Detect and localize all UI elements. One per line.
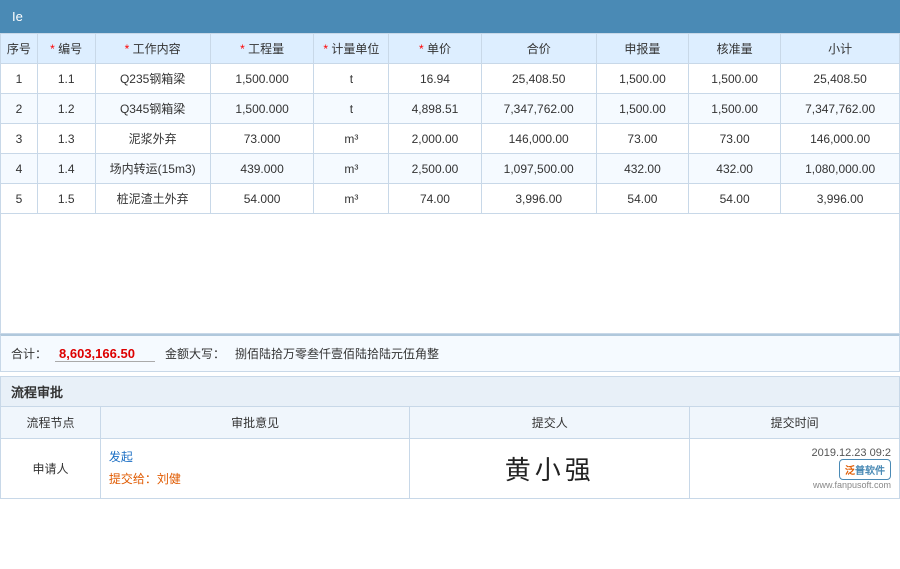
cell-price: 16.94 — [389, 64, 481, 94]
header-content: * 工作内容 — [95, 34, 210, 64]
process-cell-node: 申请人 — [1, 439, 101, 499]
table-header-row: 序号 * 编号 * 工作内容 * 工程量 * 计量单位 * 单价 合价 申报量 … — [1, 34, 900, 64]
logo-text: 泛普软件 — [839, 459, 891, 480]
cell-unit: m³ — [314, 124, 389, 154]
cell-seq: 1 — [1, 64, 38, 94]
top-bar: Ie — [0, 0, 900, 33]
cell-unit: t — [314, 64, 389, 94]
cell-seq: 2 — [1, 94, 38, 124]
cell-seq: 5 — [1, 184, 38, 214]
table-row: 21.2Q345钢箱梁1,500.000t4,898.517,347,762.0… — [1, 94, 900, 124]
cell-subtotal: 25,408.50 — [781, 64, 900, 94]
summary-section: 合计： 8,603,166.50 金额大写： 捌佰陆拾万零叁仟壹佰陆拾陆元伍角整 — [0, 334, 900, 372]
cell-qty: 1,500.000 — [210, 64, 314, 94]
data-table: 序号 * 编号 * 工作内容 * 工程量 * 计量单位 * 单价 合价 申报量 … — [0, 33, 900, 214]
cell-total: 25,408.50 — [481, 64, 596, 94]
cell-approved: 54.00 — [689, 184, 781, 214]
cell-unit: m³ — [314, 184, 389, 214]
top-bar-title: Ie — [12, 9, 23, 24]
cell-total: 146,000.00 — [481, 124, 596, 154]
cell-approved: 1,500.00 — [689, 64, 781, 94]
cell-seq: 4 — [1, 154, 38, 184]
cell-qty: 54.000 — [210, 184, 314, 214]
cell-qty: 73.000 — [210, 124, 314, 154]
process-cell-submitter: 黄小强 — [410, 439, 690, 499]
cell-declared: 1,500.00 — [596, 94, 688, 124]
summary-value: 8,603,166.50 — [55, 346, 155, 362]
main-content: 序号 * 编号 * 工作内容 * 工程量 * 计量单位 * 单价 合价 申报量 … — [0, 33, 900, 499]
cell-qty: 439.000 — [210, 154, 314, 184]
cell-subtotal: 146,000.00 — [781, 124, 900, 154]
cell-subtotal: 3,996.00 — [781, 184, 900, 214]
header-approved: 核准量 — [689, 34, 781, 64]
process-header-row: 流程节点 审批意见 提交人 提交时间 — [1, 407, 900, 439]
cell-price: 2,000.00 — [389, 124, 481, 154]
process-header-node: 流程节点 — [1, 407, 101, 439]
header-price: * 单价 — [389, 34, 481, 64]
submit-time: 2019.12.23 09:2 — [811, 447, 891, 459]
header-declared: 申报量 — [596, 34, 688, 64]
cell-total: 1,097,500.00 — [481, 154, 596, 184]
header-code: * 编号 — [37, 34, 95, 64]
header-qty: * 工程量 — [210, 34, 314, 64]
cell-declared: 54.00 — [596, 184, 688, 214]
table-row: 41.4场内转运(15m3)439.000m³2,500.001,097,500… — [1, 154, 900, 184]
header-unit: * 计量单位 — [314, 34, 389, 64]
cell-seq: 3 — [1, 124, 38, 154]
cell-content: Q345钢箱梁 — [95, 94, 210, 124]
cell-qty: 1,500.000 — [210, 94, 314, 124]
cell-code: 1.1 — [37, 64, 95, 94]
submitter-signature: 黄小强 — [505, 456, 595, 485]
cell-total: 7,347,762.00 — [481, 94, 596, 124]
table-row: 51.5桩泥渣土外弃54.000m³74.003,996.0054.0054.0… — [1, 184, 900, 214]
cell-total: 3,996.00 — [481, 184, 596, 214]
cell-code: 1.3 — [37, 124, 95, 154]
cell-approved: 1,500.00 — [689, 94, 781, 124]
table-row: 11.1Q235钢箱梁1,500.000t16.9425,408.501,500… — [1, 64, 900, 94]
cell-content: 泥浆外弃 — [95, 124, 210, 154]
cell-unit: t — [314, 94, 389, 124]
cell-content: Q235钢箱梁 — [95, 64, 210, 94]
cell-approved: 73.00 — [689, 124, 781, 154]
send-to-label: 提交给：刘健 — [109, 472, 181, 486]
header-seq: 序号 — [1, 34, 38, 64]
cell-subtotal: 7,347,762.00 — [781, 94, 900, 124]
summary-amount-value: 捌佰陆拾万零叁仟壹佰陆拾陆元伍角整 — [235, 345, 889, 362]
logo-sub: www.fanpusoft.com — [813, 480, 891, 490]
process-row: 申请人 发起 提交给：刘健 黄小强 2019.12.23 09:2 泛普软件 w… — [1, 439, 900, 499]
cell-code: 1.4 — [37, 154, 95, 184]
cell-price: 4,898.51 — [389, 94, 481, 124]
cell-price: 2,500.00 — [389, 154, 481, 184]
process-cell-time: 2019.12.23 09:2 泛普软件 www.fanpusoft.com — [690, 439, 900, 499]
cell-content: 桩泥渣土外弃 — [95, 184, 210, 214]
empty-filler — [0, 214, 900, 334]
header-total: 合价 — [481, 34, 596, 64]
process-header: 流程审批 — [0, 376, 900, 406]
logo-area: 泛普软件 www.fanpusoft.com — [813, 459, 891, 490]
cell-unit: m³ — [314, 154, 389, 184]
process-cell-comment: 发起 提交给：刘健 — [100, 439, 410, 499]
cell-declared: 1,500.00 — [596, 64, 688, 94]
cell-subtotal: 1,080,000.00 — [781, 154, 900, 184]
cell-content: 场内转运(15m3) — [95, 154, 210, 184]
cell-approved: 432.00 — [689, 154, 781, 184]
table-row: 31.3泥浆外弃73.000m³2,000.00146,000.0073.007… — [1, 124, 900, 154]
cell-declared: 432.00 — [596, 154, 688, 184]
submit-action: 发起 — [109, 450, 133, 464]
cell-declared: 73.00 — [596, 124, 688, 154]
header-subtotal: 小计 — [781, 34, 900, 64]
cell-code: 1.2 — [37, 94, 95, 124]
process-header-comment: 审批意见 — [100, 407, 410, 439]
process-table: 流程节点 审批意见 提交人 提交时间 申请人 发起 提交给：刘健 黄小强 201… — [0, 406, 900, 499]
process-header-time: 提交时间 — [690, 407, 900, 439]
process-section: 流程审批 流程节点 审批意见 提交人 提交时间 申请人 发起 提交给：刘健 黄小… — [0, 376, 900, 499]
cell-code: 1.5 — [37, 184, 95, 214]
process-header-submitter: 提交人 — [410, 407, 690, 439]
summary-amount-label: 金额大写： — [155, 345, 235, 362]
cell-price: 74.00 — [389, 184, 481, 214]
summary-label: 合计： — [11, 345, 55, 362]
